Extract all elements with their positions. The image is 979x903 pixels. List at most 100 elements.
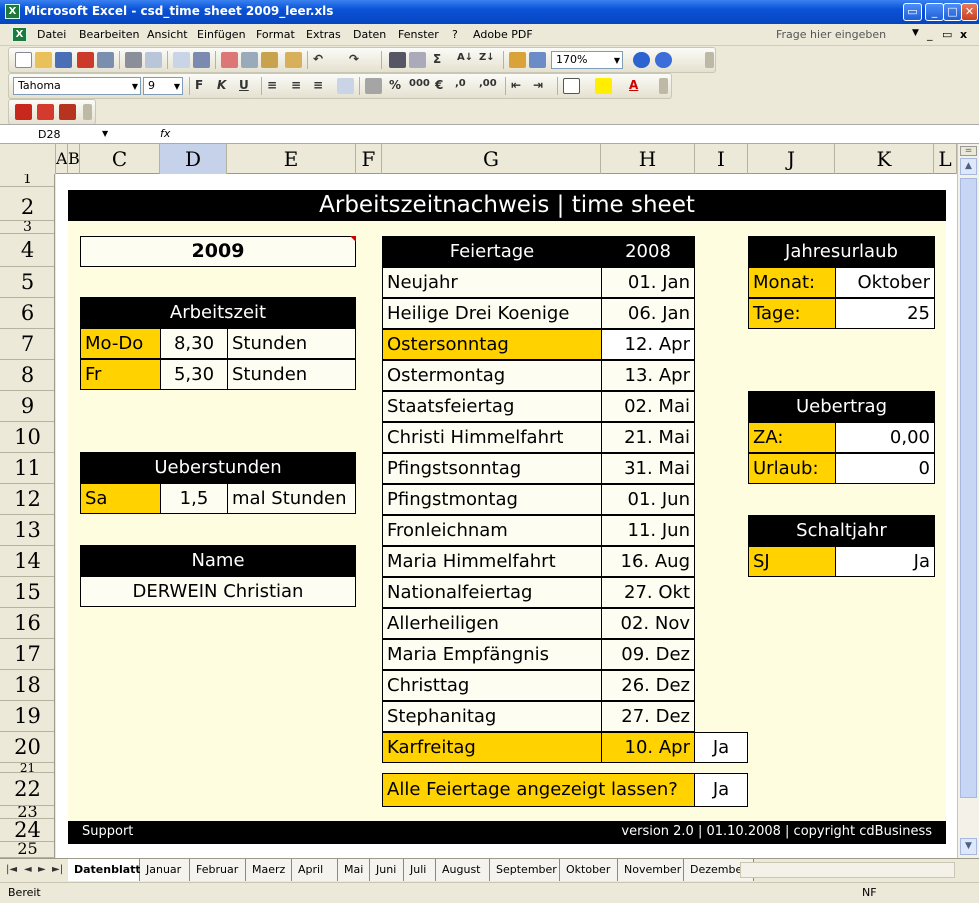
- holiday-name[interactable]: Heilige Drei Koenige: [382, 298, 602, 329]
- col-k[interactable]: K: [835, 144, 934, 174]
- italic-icon[interactable]: K: [217, 78, 226, 92]
- toolbar-options-icon[interactable]: [705, 52, 714, 68]
- row-10[interactable]: 10: [0, 422, 54, 453]
- holiday-date[interactable]: 21. Mai: [601, 422, 695, 453]
- row-20[interactable]: 20: [0, 732, 54, 763]
- menu-datei[interactable]: Datei: [37, 28, 66, 41]
- col-f[interactable]: F: [356, 144, 382, 174]
- row-16[interactable]: 16: [0, 608, 54, 639]
- arbeitszeit-value-2[interactable]: 5,30: [160, 359, 228, 390]
- row-22[interactable]: 22: [0, 773, 54, 806]
- col-j[interactable]: J: [748, 144, 835, 174]
- euro-icon[interactable]: €: [435, 78, 443, 92]
- holiday-name[interactable]: Maria Himmelfahrt: [382, 546, 602, 577]
- format-toolbar-options-icon[interactable]: [659, 78, 668, 94]
- save-icon[interactable]: [55, 52, 72, 68]
- holiday-date[interactable]: 27. Dez: [601, 701, 695, 732]
- cut-icon[interactable]: [221, 52, 238, 68]
- row-12[interactable]: 12: [0, 484, 54, 515]
- row-4[interactable]: 4: [0, 234, 54, 267]
- karfreitag-name[interactable]: Karfreitag: [382, 732, 602, 763]
- holiday-name[interactable]: Ostersonntag: [382, 329, 602, 360]
- scroll-thumb[interactable]: [960, 178, 977, 798]
- share-icon[interactable]: [633, 52, 650, 68]
- menu-fenster[interactable]: Fenster: [398, 28, 439, 41]
- row-7[interactable]: 7: [0, 329, 54, 360]
- ask-dropdown-icon[interactable]: ▼: [912, 28, 919, 38]
- sheet-tab[interactable]: Mai: [338, 859, 370, 881]
- holiday-date[interactable]: 02. Nov: [601, 608, 695, 639]
- holiday-date[interactable]: 12. Apr: [601, 329, 695, 360]
- holiday-date[interactable]: 09. Dez: [601, 639, 695, 670]
- decrease-indent-icon[interactable]: ⇤: [511, 78, 521, 92]
- scroll-down-icon[interactable]: ▼: [960, 838, 977, 855]
- holiday-name[interactable]: Nationalfeiertag: [382, 577, 602, 608]
- sheet-tab[interactable]: Juni: [370, 859, 404, 881]
- col-c[interactable]: C: [80, 144, 160, 174]
- undo-icon[interactable]: ↶: [313, 52, 323, 66]
- row-13[interactable]: 13: [0, 515, 54, 546]
- font-size-select[interactable]: 9 ▼: [143, 77, 183, 95]
- sheet-tab[interactable]: Datenblatt: [68, 859, 141, 881]
- row-6[interactable]: 6: [0, 298, 54, 329]
- document-icon[interactable]: X: [12, 27, 27, 42]
- doc-close-button[interactable]: x: [960, 28, 967, 41]
- holiday-name[interactable]: Ostermontag: [382, 360, 602, 391]
- sort-ascending-icon[interactable]: A↓: [457, 52, 473, 63]
- close-button[interactable]: ✕: [961, 3, 978, 21]
- zoom-select[interactable]: 170% ▼: [551, 51, 623, 69]
- arbeitszeit-unit-2[interactable]: Stunden: [227, 359, 356, 390]
- col-b[interactable]: B: [68, 144, 80, 174]
- holiday-date[interactable]: 11. Jun: [601, 515, 695, 546]
- menu-bearbeiten[interactable]: Bearbeiten: [79, 28, 139, 41]
- maximize-button[interactable]: □: [943, 3, 962, 21]
- menu-format[interactable]: Format: [256, 28, 295, 41]
- col-a[interactable]: A: [56, 144, 68, 174]
- thousands-icon[interactable]: 000: [409, 78, 430, 89]
- redo-icon[interactable]: ↷: [349, 52, 359, 66]
- align-center-icon[interactable]: ≡: [291, 78, 301, 92]
- urlaub-value[interactable]: 0: [835, 453, 935, 484]
- row-21[interactable]: 21: [0, 763, 54, 773]
- tab-next-icon[interactable]: ►: [38, 864, 46, 875]
- row-3[interactable]: 3: [0, 221, 54, 234]
- bold-icon[interactable]: F: [195, 78, 203, 92]
- drawing-icon[interactable]: [529, 52, 546, 68]
- open-icon[interactable]: [35, 52, 52, 68]
- sheet-tab[interactable]: April: [292, 859, 338, 881]
- sheet-tab[interactable]: November: [618, 859, 684, 881]
- format-painter-icon[interactable]: [285, 52, 302, 68]
- paste-icon[interactable]: [261, 52, 278, 68]
- holiday-name[interactable]: Christi Himmelfahrt: [382, 422, 602, 453]
- sheet-tab[interactable]: August: [436, 859, 490, 881]
- print-preview-icon[interactable]: [145, 52, 162, 68]
- scroll-up-icon[interactable]: ▲: [960, 158, 977, 175]
- tab-first-icon[interactable]: |◄: [6, 864, 17, 875]
- increase-decimal-icon[interactable]: ,0: [455, 78, 466, 89]
- menu-help[interactable]: ?: [452, 28, 458, 41]
- autosum-icon[interactable]: Σ: [433, 52, 441, 66]
- col-d[interactable]: D: [160, 144, 227, 174]
- row-19[interactable]: 19: [0, 701, 54, 732]
- merge-center-icon[interactable]: [337, 78, 354, 94]
- col-e[interactable]: E: [227, 144, 356, 174]
- print-icon[interactable]: [125, 52, 142, 68]
- monat-value[interactable]: Oktober: [835, 267, 935, 298]
- holiday-date[interactable]: 06. Jan: [601, 298, 695, 329]
- decrease-decimal-icon[interactable]: ,00: [479, 78, 497, 89]
- name-box[interactable]: D28: [4, 126, 114, 143]
- holiday-date[interactable]: 31. Mai: [601, 453, 695, 484]
- sheet-tab[interactable]: Oktober: [560, 859, 618, 881]
- arbeitszeit-value-1[interactable]: 8,30: [160, 328, 228, 359]
- row-15[interactable]: 15: [0, 577, 54, 608]
- za-value[interactable]: 0,00: [835, 422, 935, 453]
- sort-descending-icon[interactable]: Z↓: [479, 52, 495, 63]
- restore-icon[interactable]: ▭: [903, 3, 922, 21]
- row-18[interactable]: 18: [0, 670, 54, 701]
- row-8[interactable]: 8: [0, 360, 54, 391]
- sheet-tab[interactable]: Januar: [140, 859, 190, 881]
- row-11[interactable]: 11: [0, 453, 54, 484]
- function-icon[interactable]: fx: [160, 127, 170, 140]
- holiday-name[interactable]: Allerheiligen: [382, 608, 602, 639]
- doc-minimize-button[interactable]: _: [927, 28, 933, 41]
